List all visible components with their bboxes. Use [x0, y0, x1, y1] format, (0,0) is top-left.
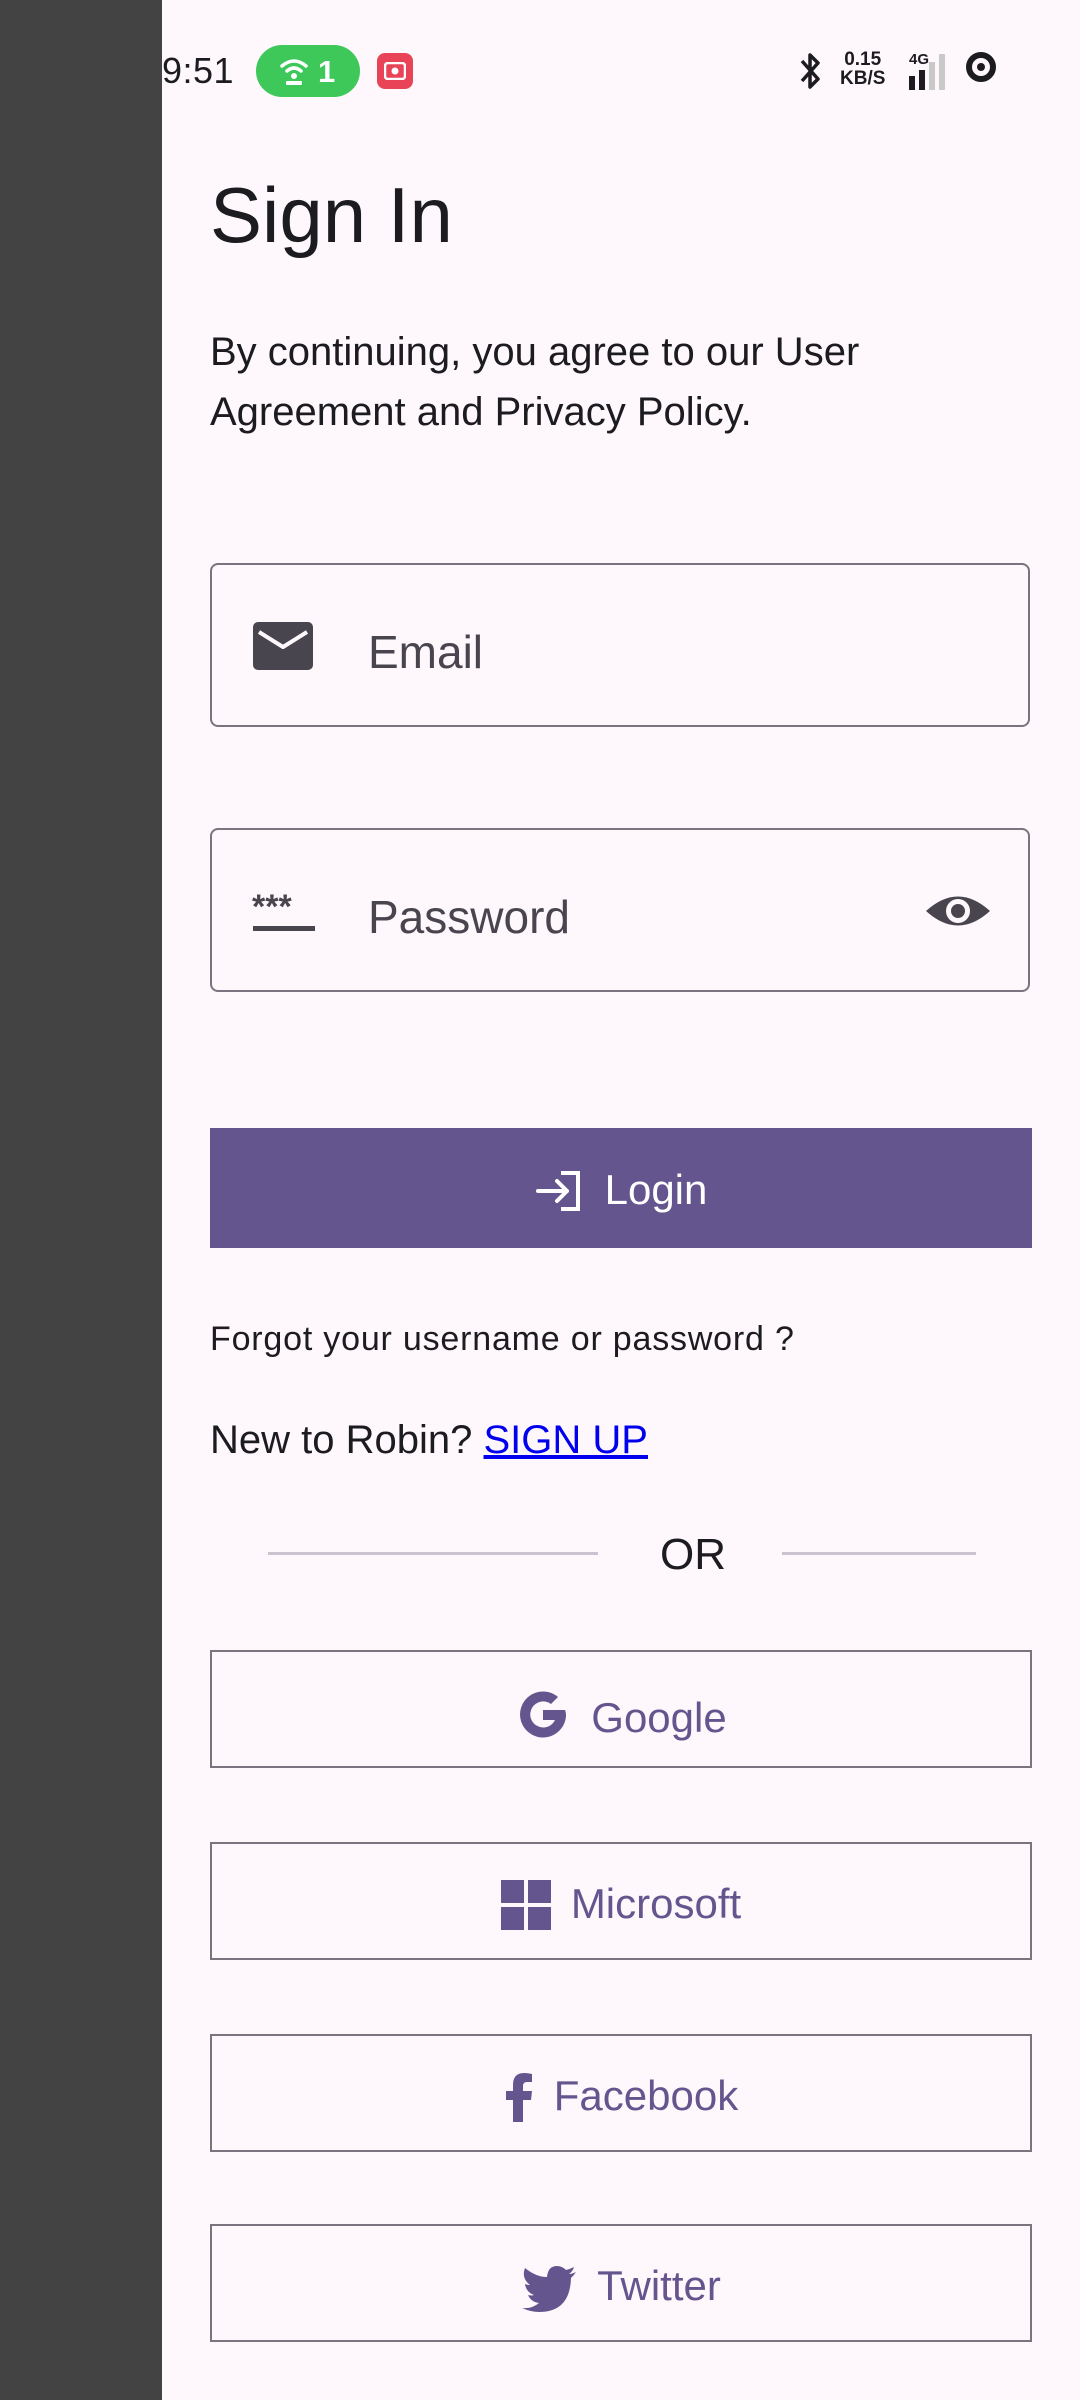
or-divider: OR: [210, 1530, 1032, 1590]
hotspot-icon: [280, 59, 308, 85]
bluetooth-icon: [800, 53, 820, 89]
twitter-icon: [522, 2266, 577, 2312]
signup-link[interactable]: SIGN UP: [484, 1418, 648, 1462]
twitter-login-button[interactable]: Twitter: [210, 2224, 1032, 2342]
microsoft-label: Microsoft: [570, 1880, 742, 1927]
speed-unit: KB/S: [840, 68, 886, 89]
hotspot-badge: 1: [256, 45, 360, 97]
facebook-label: Facebook: [553, 2072, 739, 2119]
login-icon: [535, 1171, 580, 1211]
password-dots-icon: ***: [252, 888, 315, 931]
forgot-password-link[interactable]: Forgot your username or password ?: [210, 1320, 795, 1359]
login-label: Login: [604, 1166, 708, 1213]
screen-record-icon: [377, 53, 413, 89]
network-type: 4G: [909, 51, 929, 68]
login-button[interactable]: Login: [210, 1128, 1032, 1248]
password-placeholder: Password: [368, 891, 570, 943]
mail-icon: [253, 622, 313, 670]
google-icon: [520, 1691, 567, 1738]
password-field[interactable]: *** Password: [210, 828, 1030, 992]
facebook-icon: [505, 2073, 532, 2122]
new-to-text: New to Robin?: [210, 1418, 473, 1462]
nfc-icon: [966, 52, 996, 82]
divider-line-right: [782, 1552, 976, 1555]
visibility-toggle-icon[interactable]: [924, 888, 992, 934]
or-text: OR: [660, 1530, 726, 1579]
twitter-label: Twitter: [597, 2262, 721, 2309]
microsoft-login-button[interactable]: Microsoft: [210, 1842, 1032, 1960]
page-title: Sign In: [210, 171, 453, 259]
status-bar: 9:51 1 0.15 KB/S 4G: [162, 0, 1080, 140]
signup-prompt: New to Robin? SIGN UP: [210, 1418, 648, 1463]
sign-in-page: 9:51 1 0.15 KB/S 4G Sign In By continuin…: [162, 0, 1080, 2400]
speed-value: 0.15: [844, 49, 882, 70]
cellular-signal-icon: 4G: [909, 51, 945, 90]
svg-text:***: ***: [252, 888, 292, 926]
google-login-button[interactable]: Google: [210, 1650, 1032, 1768]
email-placeholder: Email: [368, 626, 484, 678]
network-speed: 0.15 KB/S: [840, 50, 885, 88]
status-time: 9:51: [162, 50, 235, 91]
microsoft-icon: [500, 1880, 551, 1930]
google-label: Google: [591, 1694, 727, 1741]
facebook-login-button[interactable]: Facebook: [210, 2034, 1032, 2152]
hotspot-count: 1: [318, 54, 336, 89]
divider-line-left: [268, 1552, 598, 1555]
left-shadow-strip: [0, 0, 162, 2400]
email-field[interactable]: Email: [210, 563, 1030, 727]
agreement-text: By continuing, you agree to our User Agr…: [210, 330, 860, 434]
